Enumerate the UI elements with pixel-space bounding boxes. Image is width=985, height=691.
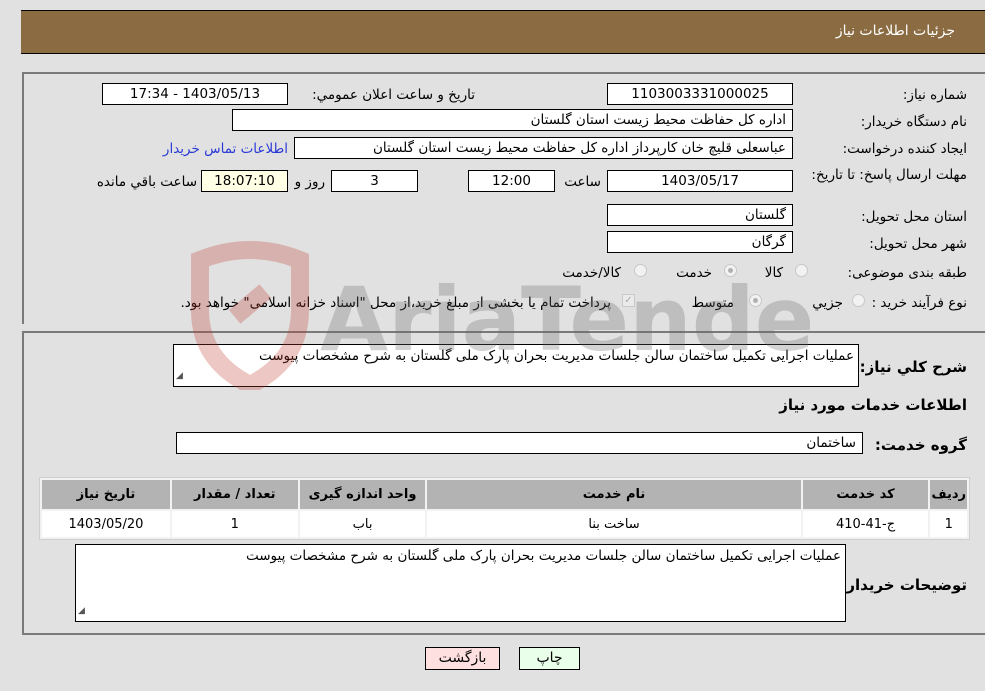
column-header-need-date: تاریخ نیاز	[42, 480, 170, 509]
buyer-notes-text: عملیات اجرایی تکمیل ساختمان سالن جلسات م…	[245, 548, 841, 564]
deadline-label: مهلت ارسال پاسخ: تا تاریخ:	[811, 167, 967, 183]
requester-field: عباسعلی قلیچ خان کارپرداز اداره کل حفاظت…	[294, 137, 793, 159]
delivery-city-label: شهر محل تحویل:	[869, 236, 967, 252]
purchase-radio-minor[interactable]	[852, 294, 865, 307]
remaining-time-label: ساعت باقي مانده	[96, 174, 197, 190]
description-textarea[interactable]: عملیات اجرایی تکمیل ساختمان سالن جلسات م…	[173, 344, 859, 387]
need-number-label: شماره نیاز:	[902, 87, 967, 103]
announce-datetime-label: تاریخ و ساعت اعلان عمومي:	[312, 87, 475, 103]
table-row: 1 ج-41-410 ساخت بنا باب 1 1403/05/20	[42, 511, 967, 537]
treasury-checkbox-label: پرداخت تمام یا بخشی از مبلغ خرید،از محل …	[180, 295, 611, 311]
buyer-org-label: نام دستگاه خریدار:	[860, 114, 967, 130]
description-label: شرح کلي نیاز:	[859, 358, 967, 376]
service-group-field: ساختمان	[176, 432, 863, 454]
services-section-title: اطلاعات خدمات مورد نیاز	[779, 396, 967, 414]
table-header-row: ردیف کد خدمت نام خدمت واحد اندازه گیری ت…	[42, 480, 967, 509]
delivery-province-label: استان محل تحویل:	[861, 209, 967, 225]
cell-row-number: 1	[930, 511, 967, 537]
column-header-row-number: ردیف	[930, 480, 967, 509]
announce-datetime-field: 1403/05/13 - 17:34	[102, 83, 288, 105]
back-button[interactable]: بازگشت	[425, 647, 500, 670]
page-title: جزئیات اطلاعات نیاز	[835, 23, 955, 39]
service-group-label: گروه خدمت:	[874, 436, 967, 454]
remaining-days-field: 3	[331, 170, 418, 192]
category-radio-goods-service[interactable]	[634, 264, 647, 277]
category-option-goods-service: کالا/خدمت	[562, 265, 621, 281]
category-option-service: خدمت	[676, 265, 712, 281]
column-header-service-code: کد خدمت	[802, 480, 929, 509]
column-header-quantity: تعداد / مقدار	[171, 480, 298, 509]
purchase-process-label: نوع فرآیند خرید :	[871, 295, 967, 311]
delivery-province-field: گلستان	[607, 204, 793, 226]
remaining-time-field: 18:07:10	[201, 170, 288, 192]
requester-label: ایجاد کننده درخواست:	[842, 141, 967, 157]
description-text: عملیات اجرایی تکمیل ساختمان سالن جلسات م…	[258, 348, 854, 364]
category-radio-goods[interactable]	[795, 264, 808, 277]
category-radio-service[interactable]	[724, 264, 737, 277]
cell-service-name: ساخت بنا	[427, 511, 801, 537]
cell-service-code: ج-41-410	[802, 511, 929, 537]
category-label: طبقه بندی موضوعی:	[847, 265, 967, 281]
deadline-date-field: 1403/05/17	[607, 170, 793, 192]
cell-need-date: 1403/05/20	[42, 511, 170, 537]
cell-unit: باب	[299, 511, 426, 537]
buyer-notes-label: توضیحات خریدار:	[840, 576, 967, 594]
page-header: جزئیات اطلاعات نیاز	[21, 10, 985, 54]
buyer-notes-textarea[interactable]: عملیات اجرایی تکمیل ساختمان سالن جلسات م…	[75, 544, 846, 622]
buyer-org-field: اداره کل حفاظت محیط زیست استان گلستان	[232, 109, 793, 131]
column-header-unit: واحد اندازه گیری	[299, 480, 426, 509]
need-number-field: 1103003331000025	[607, 83, 793, 105]
resize-grip-icon[interactable]: ◢	[78, 602, 85, 620]
category-option-goods: کالا	[764, 265, 783, 281]
resize-grip-icon[interactable]: ◢	[176, 367, 183, 385]
buyer-contact-link[interactable]: اطلاعات تماس خریدار	[163, 141, 288, 157]
deadline-time-field: 12:00	[468, 170, 555, 192]
purchase-option-minor: جزیي	[812, 295, 843, 311]
treasury-checkbox[interactable]: ✓	[622, 294, 635, 307]
delivery-city-field: گرگان	[607, 231, 793, 253]
cell-quantity: 1	[171, 511, 298, 537]
column-header-service-name: نام خدمت	[427, 480, 801, 509]
purchase-option-medium: متوسط	[691, 295, 734, 311]
print-button[interactable]: چاپ	[519, 647, 580, 670]
purchase-radio-medium[interactable]	[749, 294, 762, 307]
days-label: روز و	[294, 174, 325, 190]
services-table: ردیف کد خدمت نام خدمت واحد اندازه گیری ت…	[39, 477, 970, 540]
deadline-time-label: ساعت	[564, 174, 601, 190]
